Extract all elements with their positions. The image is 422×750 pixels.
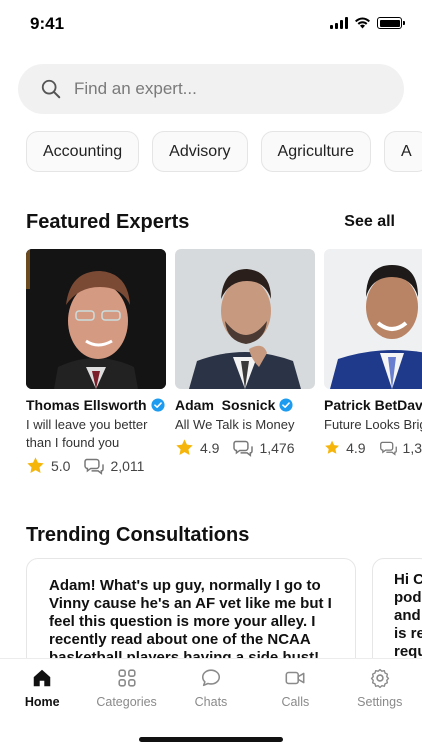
see-all-link[interactable]: See all [344,213,395,231]
tab-categories[interactable]: Categories [87,667,167,709]
reviews-icon [379,441,397,456]
category-chips: Accounting Advisory Agriculture A [26,131,422,172]
wifi-icon [355,17,370,29]
tab-chats[interactable]: Chats [171,667,251,709]
expert-reviews: 1,476 [259,439,295,456]
reviews-icon [84,458,105,475]
tab-calls[interactable]: Calls [255,667,335,709]
battery-icon [377,17,405,29]
verified-badge-icon [279,398,293,412]
star-icon [176,439,193,455]
expert-tagline: Future Looks Brig [324,417,422,432]
expert-reviews: 2,011 [110,457,145,474]
expert-name-row: Patrick BetDav [324,397,422,413]
search-input[interactable] [74,79,354,99]
expert-stats: 4.9 1,3 [324,438,422,457]
home-icon [33,669,51,687]
status-bar: 9:41 [0,0,422,50]
home-indicator [139,737,283,742]
tab-label: Calls [281,695,310,709]
expert-reviews: 1,3 [402,439,422,456]
expert-tagline: All We Talk is Money [175,417,295,432]
trending-consultations-title: Trending Consultations [26,524,250,546]
expert-name-row: Thomas Ellsworth [26,397,166,413]
expert-tagline: I will leave you better than I found you [26,417,148,450]
star-icon [27,457,44,473]
expert-photo [175,249,315,389]
expert-name: Thomas Ellsworth [26,397,147,413]
tab-bar: Home Categories Chats Calls Settings [0,658,422,750]
tab-home[interactable]: Home [2,667,82,709]
expert-rating: 5.0 [51,457,71,474]
grid-icon [118,669,136,687]
video-camera-icon [285,671,305,685]
expert-card[interactable]: Thomas Ellsworth I will leave you better… [26,249,166,475]
featured-experts-title: Featured Experts [26,211,190,233]
signal-icon [330,17,348,29]
expert-photo [324,249,422,389]
tab-settings[interactable]: Settings [340,667,420,709]
tab-label: Settings [357,695,403,709]
chat-bubble-icon [201,669,220,687]
gear-icon [370,668,389,689]
expert-card[interactable]: Adam Sosnick All We Talk is Money 4.9 1,… [175,249,315,475]
tab-label: Categories [96,695,157,709]
expert-name: Patrick BetDav [324,397,422,413]
expert-rating: 4.9 [200,439,220,456]
expert-stats: 5.0 2,011 [26,456,166,475]
expert-name-row: Adam Sosnick [175,397,315,413]
expert-rating: 4.9 [346,439,366,456]
expert-stats: 4.9 1,476 [175,438,315,457]
star-icon [325,440,339,454]
tab-label: Chats [194,695,228,709]
chip-accounting[interactable]: Accounting [26,131,140,172]
verified-badge-icon [151,398,165,412]
tab-label: Home [24,695,60,709]
expert-name: Adam Sosnick [175,397,276,413]
consultation-text: Hi C pod and is re requ [394,571,422,660]
expert-photo [26,249,166,389]
chip-advisory[interactable]: Advisory [152,131,248,172]
reviews-icon [233,440,254,457]
status-time: 9:41 [30,14,65,33]
featured-experts-list: Thomas Ellsworth I will leave you better… [26,249,422,475]
search-bar[interactable] [18,64,404,114]
expert-card[interactable]: Patrick BetDav Future Looks Brig 4.9 1,3 [324,249,422,475]
status-icons [330,17,405,29]
chip-partial[interactable]: A [384,131,422,172]
chip-agriculture[interactable]: Agriculture [260,131,372,172]
search-icon [41,79,61,99]
